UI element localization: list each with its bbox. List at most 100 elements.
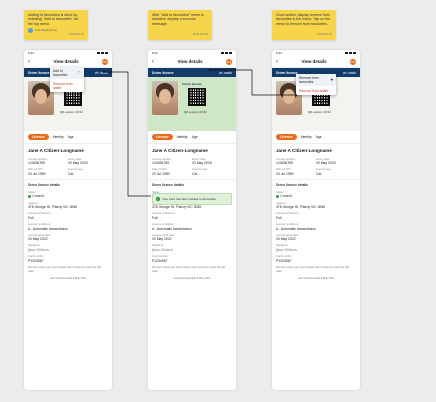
check-icon: ✓ xyxy=(276,194,280,199)
date-of-birth: 20 Jul 1990 xyxy=(152,171,170,176)
overflow-menu: Remove from favourites ♥ Remove from wall… xyxy=(296,74,336,95)
status-badge: ✓Current xyxy=(28,194,44,199)
issue-date-value: 20 May 2022 xyxy=(152,237,172,242)
tab-age[interactable]: Age xyxy=(68,135,74,139)
licence-type: Car xyxy=(192,171,198,176)
signal-icon xyxy=(345,52,356,54)
tab-identity[interactable]: Identity xyxy=(301,135,312,139)
tab-age[interactable]: Age xyxy=(316,135,322,139)
overflow-menu: Add to favourites ♡ Remove from wallet xyxy=(50,67,84,92)
card-number-value: P1234567 xyxy=(276,258,292,263)
licence-banner: Driver licence vic roads xyxy=(148,68,236,77)
proficiency-value: Full xyxy=(152,215,158,220)
holder-name: Jane A Citizen-Longname xyxy=(276,148,332,153)
licence-tabs: Licence Identity Age xyxy=(272,131,360,144)
address-value: 378 George St, Fitzroy VIC 3065 xyxy=(276,205,326,210)
sticky-note-date: 2023-05-16 xyxy=(316,32,332,37)
signature: Jane Citizen xyxy=(152,247,173,252)
signal-icon xyxy=(97,52,108,54)
licence-number: 123456789 xyxy=(28,161,45,166)
tab-identity[interactable]: Identity xyxy=(177,135,188,139)
expiry-date: 20 May 2025 xyxy=(68,161,88,166)
proficiency-value: Full xyxy=(276,215,282,220)
card-number-value: P1234567 xyxy=(28,258,44,263)
licence-tabs: Licence Identity Age xyxy=(148,131,236,144)
phone-screen-1: 9:41 ‹ View details ••• Driver licence vi… xyxy=(24,50,112,390)
last-refreshed: Last refreshed date 8 May 2023 xyxy=(297,276,335,280)
sticky-note-3: Once added, display remove from favourit… xyxy=(272,10,336,40)
tab-age[interactable]: Age xyxy=(192,135,198,139)
qr-expiry: QR expires: 00:30 xyxy=(60,110,83,114)
proficiency-value: Full xyxy=(28,215,34,220)
check-licence-link[interactable]: Check licence xyxy=(182,82,202,86)
licence-type: Car xyxy=(68,171,74,176)
menu-item-remove-favourites[interactable]: Remove from favourites ♥ xyxy=(296,74,336,87)
tab-licence[interactable]: Licence xyxy=(276,134,297,140)
sticky-note-2: After "Add to favourites" menu is select… xyxy=(148,10,212,40)
sticky-note-text: Once added, display remove from favourit… xyxy=(276,13,331,26)
last-refreshed: Last refreshed date 8 May 2023 xyxy=(49,276,87,280)
expiry-date: 20 May 2025 xyxy=(192,161,212,166)
details-heading: Driver licence details xyxy=(24,179,112,189)
issue-date-value: 20 May 2022 xyxy=(28,237,48,242)
licence-number: 123456789 xyxy=(152,161,169,166)
avatar xyxy=(28,28,33,34)
back-icon[interactable]: ‹ xyxy=(276,59,278,65)
date-of-birth: 20 Jul 1990 xyxy=(28,171,46,176)
phone-screen-2: 9:41 ‹ View details ••• Driver licence vi… xyxy=(148,50,236,390)
phone-screen-3: 9:41 ‹ View details ••• Driver licence vi… xyxy=(272,50,360,390)
vicroads-logo: vic roads xyxy=(342,70,356,75)
more-menu-icon[interactable]: ••• xyxy=(102,58,108,65)
sticky-note-text: Adding to favourites is done by selectin… xyxy=(28,13,79,26)
licence-card: Check licence QR expires: 00:30 xyxy=(148,77,236,131)
more-menu-icon[interactable]: ••• xyxy=(350,58,356,65)
menu-item-add-favourites[interactable]: Add to favourites ♡ xyxy=(50,67,84,80)
page-title: View details xyxy=(53,59,79,64)
conditions-value: A - Automatic transmission xyxy=(152,226,192,231)
tab-identity[interactable]: Identity xyxy=(53,135,64,139)
heart-icon: ♡ xyxy=(77,70,81,76)
success-toast: ✓ Your card has been added to favourites xyxy=(152,193,232,205)
check-icon: ✓ xyxy=(156,197,160,201)
sticky-note-text: After "Add to favourites" menu is select… xyxy=(152,13,204,26)
menu-item-remove-wallet[interactable]: Remove from wallet xyxy=(296,86,336,94)
conditions-value: A - Automatic transmission xyxy=(276,226,316,231)
details-heading: Driver licence details xyxy=(272,179,360,189)
back-icon[interactable]: ‹ xyxy=(152,59,154,65)
privacy-note: We don't share your card number when som… xyxy=(276,266,350,273)
last-refreshed: Last refreshed date 8 May 2023 xyxy=(173,276,211,280)
vicroads-logo: vic roads xyxy=(218,70,232,75)
qr-code xyxy=(188,88,206,106)
nav-bar: ‹ View details ••• xyxy=(148,56,236,68)
status-badge: ✓Current xyxy=(276,194,292,199)
holder-name: Jane A Citizen-Longname xyxy=(152,148,208,153)
conditions-value: A - Automatic transmission xyxy=(28,226,68,231)
nav-bar: ‹ View details ••• xyxy=(272,56,360,68)
more-menu-icon[interactable]: ••• xyxy=(226,58,232,65)
sticky-note-date: 2023-05-16 xyxy=(68,32,84,37)
privacy-note: We don't share your card number when som… xyxy=(28,266,102,273)
signature: Jane Citizen xyxy=(28,247,49,252)
privacy-note: We don't share your card number when som… xyxy=(152,266,226,273)
page-title: View details xyxy=(301,59,327,64)
licence-tabs: Licence Identity Age xyxy=(24,131,112,144)
issue-date-value: 20 May 2022 xyxy=(276,237,296,242)
licence-photo xyxy=(152,81,178,115)
card-number-value: P1234567 xyxy=(152,258,168,263)
licence-type: Car xyxy=(316,171,322,176)
sticky-note-date: 2023-05-16 xyxy=(192,32,208,37)
vicroads-logo: vic roads xyxy=(94,70,108,75)
sticky-note-1: Adding to favourites is done by selectin… xyxy=(24,10,88,40)
qr-expiry: QR expires: 00:30 xyxy=(184,110,207,114)
expiry-date: 20 May 2025 xyxy=(316,161,336,166)
holder-name: Jane A Citizen-Longname xyxy=(28,148,84,153)
menu-item-remove-wallet[interactable]: Remove from wallet xyxy=(50,79,84,91)
signal-icon xyxy=(221,52,232,54)
tab-licence[interactable]: Licence xyxy=(28,134,49,140)
check-icon: ✓ xyxy=(28,194,32,199)
details-heading: Driver licence details xyxy=(148,179,236,189)
toast-message: Your card has been added to favourites xyxy=(162,197,216,201)
tab-licence[interactable]: Licence xyxy=(152,134,173,140)
back-icon[interactable]: ‹ xyxy=(28,59,30,65)
signature: Jane Citizen xyxy=(276,247,297,252)
